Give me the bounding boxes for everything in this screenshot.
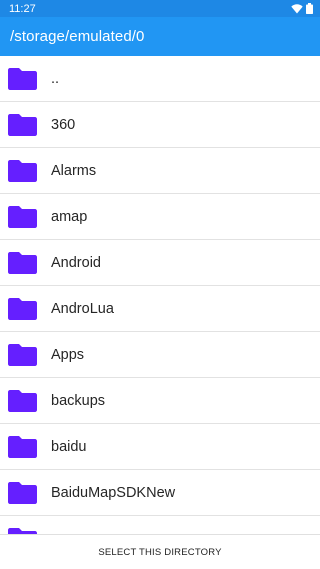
folder-icon [8,343,37,366]
file-name: Apps [51,346,85,363]
file-name: 360 [51,116,76,133]
file-row[interactable] [0,516,320,534]
file-name: BaiduMapSDKNew [51,484,176,501]
select-directory-button[interactable]: SELECT THIS DIRECTORY [90,543,229,562]
bottom-bar: SELECT THIS DIRECTORY [0,534,320,569]
battery-icon [306,3,313,14]
wifi-icon [291,3,303,14]
status-bar: 11:27 [0,0,320,17]
file-name: Android [51,254,101,271]
file-row[interactable]: BaiduMapSDKNew [0,470,320,516]
folder-icon [8,205,37,228]
status-icons [291,3,313,14]
file-list[interactable]: .. 360 Alarms amap Android AndroLua Apps backup… [0,56,320,534]
file-row[interactable]: .. [0,56,320,102]
folder-icon [8,251,37,274]
app-bar: /storage/emulated/0 [0,17,320,56]
folder-icon [8,113,37,136]
folder-icon [8,389,37,412]
file-row[interactable]: amap [0,194,320,240]
folder-icon [8,159,37,182]
folder-icon [8,297,37,320]
file-row[interactable]: backups [0,378,320,424]
current-path-title: /storage/emulated/0 [10,28,145,45]
folder-icon [8,481,37,504]
file-row[interactable]: Alarms [0,148,320,194]
file-row[interactable]: baidu [0,424,320,470]
file-name: baidu [51,438,87,455]
file-name: Alarms [51,162,97,179]
folder-icon [8,435,37,458]
file-row[interactable]: Apps [0,332,320,378]
folder-icon [8,67,37,90]
file-row[interactable]: 360 [0,102,320,148]
file-name: backups [51,392,106,409]
file-row[interactable]: AndroLua [0,286,320,332]
file-row[interactable]: Android [0,240,320,286]
file-name: amap [51,208,88,225]
file-name: .. [51,70,60,87]
file-name: AndroLua [51,300,114,317]
status-time: 11:27 [9,2,36,15]
